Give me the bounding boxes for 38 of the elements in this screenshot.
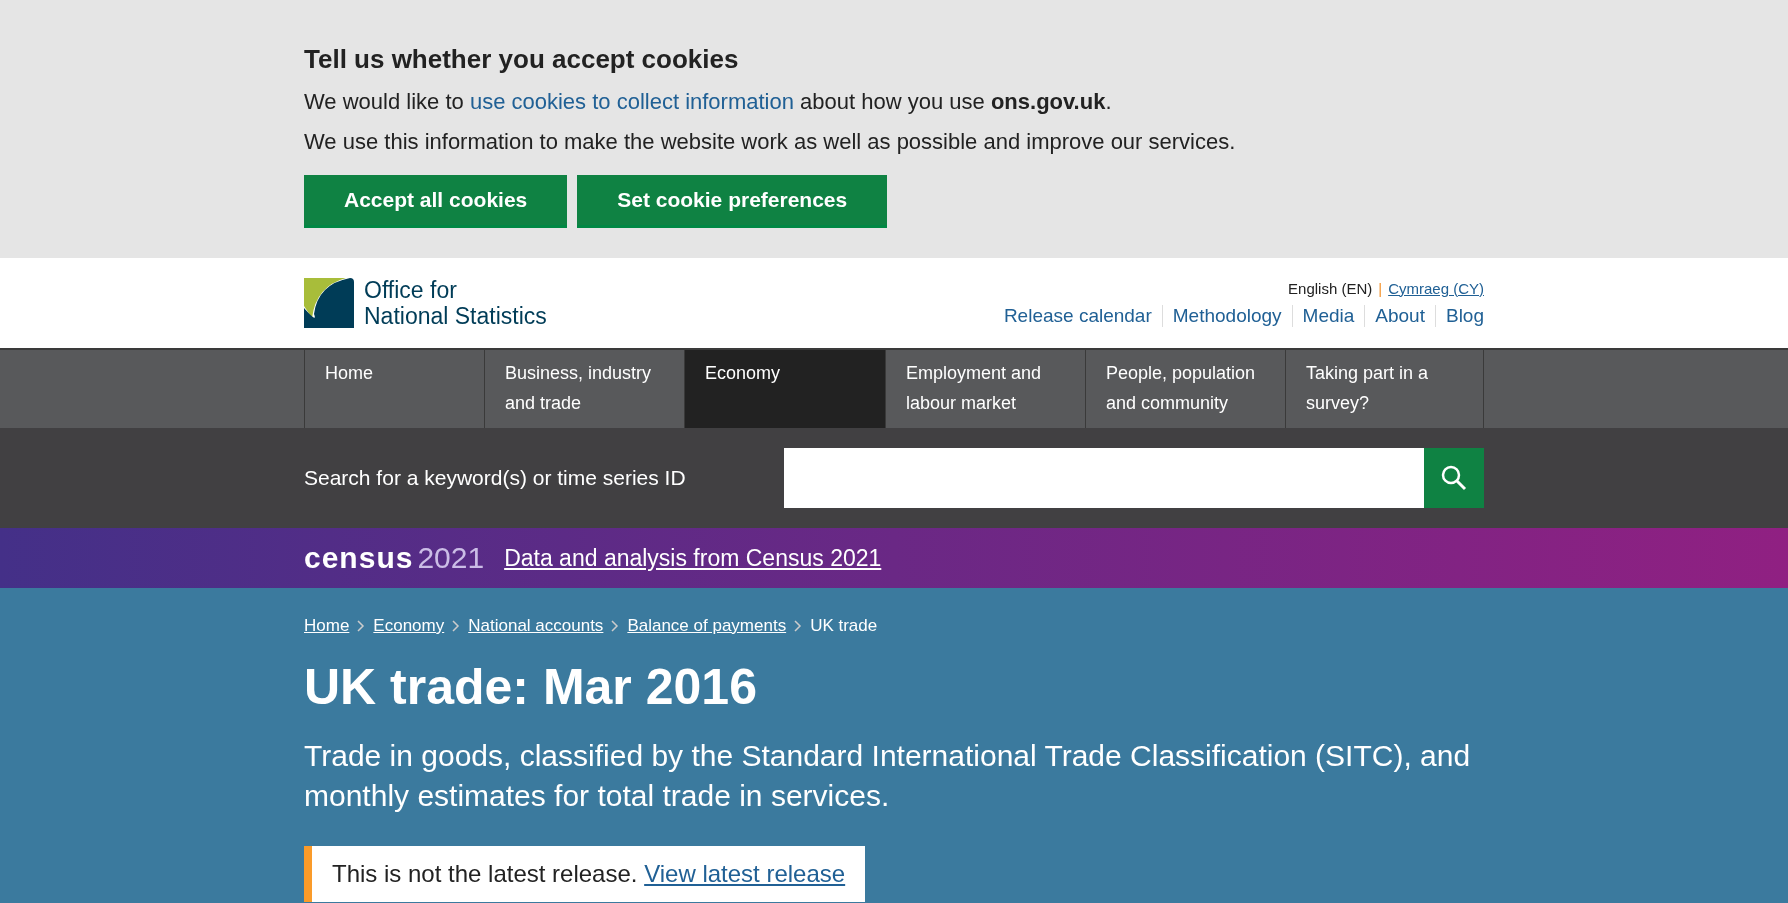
breadcrumb-link[interactable]: National accounts: [468, 616, 604, 636]
chevron-icon: [794, 620, 803, 632]
census-logo-year: 2021: [417, 541, 485, 575]
page-summary: Trade in goods, classified by the Standard International Trade Classification (SITC), and monthly estimates for total trade in services.: [304, 738, 1472, 814]
cookie-info-link[interactable]: use cookies to collect information: [469, 89, 794, 114]
header-link[interactable]: About: [1364, 304, 1435, 327]
breadcrumb-link[interactable]: Balance of payments: [627, 616, 787, 636]
cookie-banner-title: Tell us whether you accept cookies: [304, 44, 740, 75]
latest-release-link[interactable]: View latest release: [644, 860, 846, 887]
cookie-button[interactable]: Accept all cookies: [304, 175, 568, 225]
cookie-banner-text: We use this information to make the website work as well as possible and improve our services.: [304, 129, 1237, 155]
release-notice: This is not the latest release. View latest release: [304, 846, 866, 902]
chevron-icon: [357, 620, 366, 632]
logo-text: Office for: [364, 277, 458, 303]
chevron-icon: [611, 620, 620, 632]
header-link[interactable]: Methodology: [1161, 304, 1292, 327]
header-link[interactable]: Media: [1291, 304, 1365, 327]
chevron-icon: [452, 620, 461, 632]
census-logo-text: census: [304, 541, 414, 575]
cookie-button[interactable]: Set cookie preferences: [577, 175, 888, 225]
page-title: UK trade: Mar 2016: [304, 658, 758, 716]
breadcrumb-link[interactable]: Home: [304, 616, 350, 636]
cookie-banner-text: We would like to use cookies to collect information about how you use ons.gov.uk.: [304, 89, 1113, 115]
search-icon: [1441, 465, 1467, 491]
header-link[interactable]: Blog: [1434, 304, 1484, 327]
search-button[interactable]: [1424, 448, 1484, 508]
logo-icon: [304, 278, 354, 328]
search-field[interactable]: [784, 448, 1424, 508]
census-link[interactable]: Data and analysis from Census 2021: [504, 544, 882, 572]
logo-text: National Statistics: [364, 303, 547, 329]
language-link[interactable]: Cymraeg (CY): [1388, 279, 1484, 297]
current-language: English (EN): [1288, 279, 1373, 297]
nav-item[interactable]: Economy: [684, 350, 885, 428]
breadcrumb-current: UK trade: [810, 616, 878, 636]
header-link[interactable]: Release calendar: [993, 304, 1162, 327]
breadcrumb-link[interactable]: Economy: [373, 616, 445, 636]
separator: |: [1378, 279, 1383, 297]
search-label: Search for a keyword(s) or time series ID: [304, 466, 686, 490]
